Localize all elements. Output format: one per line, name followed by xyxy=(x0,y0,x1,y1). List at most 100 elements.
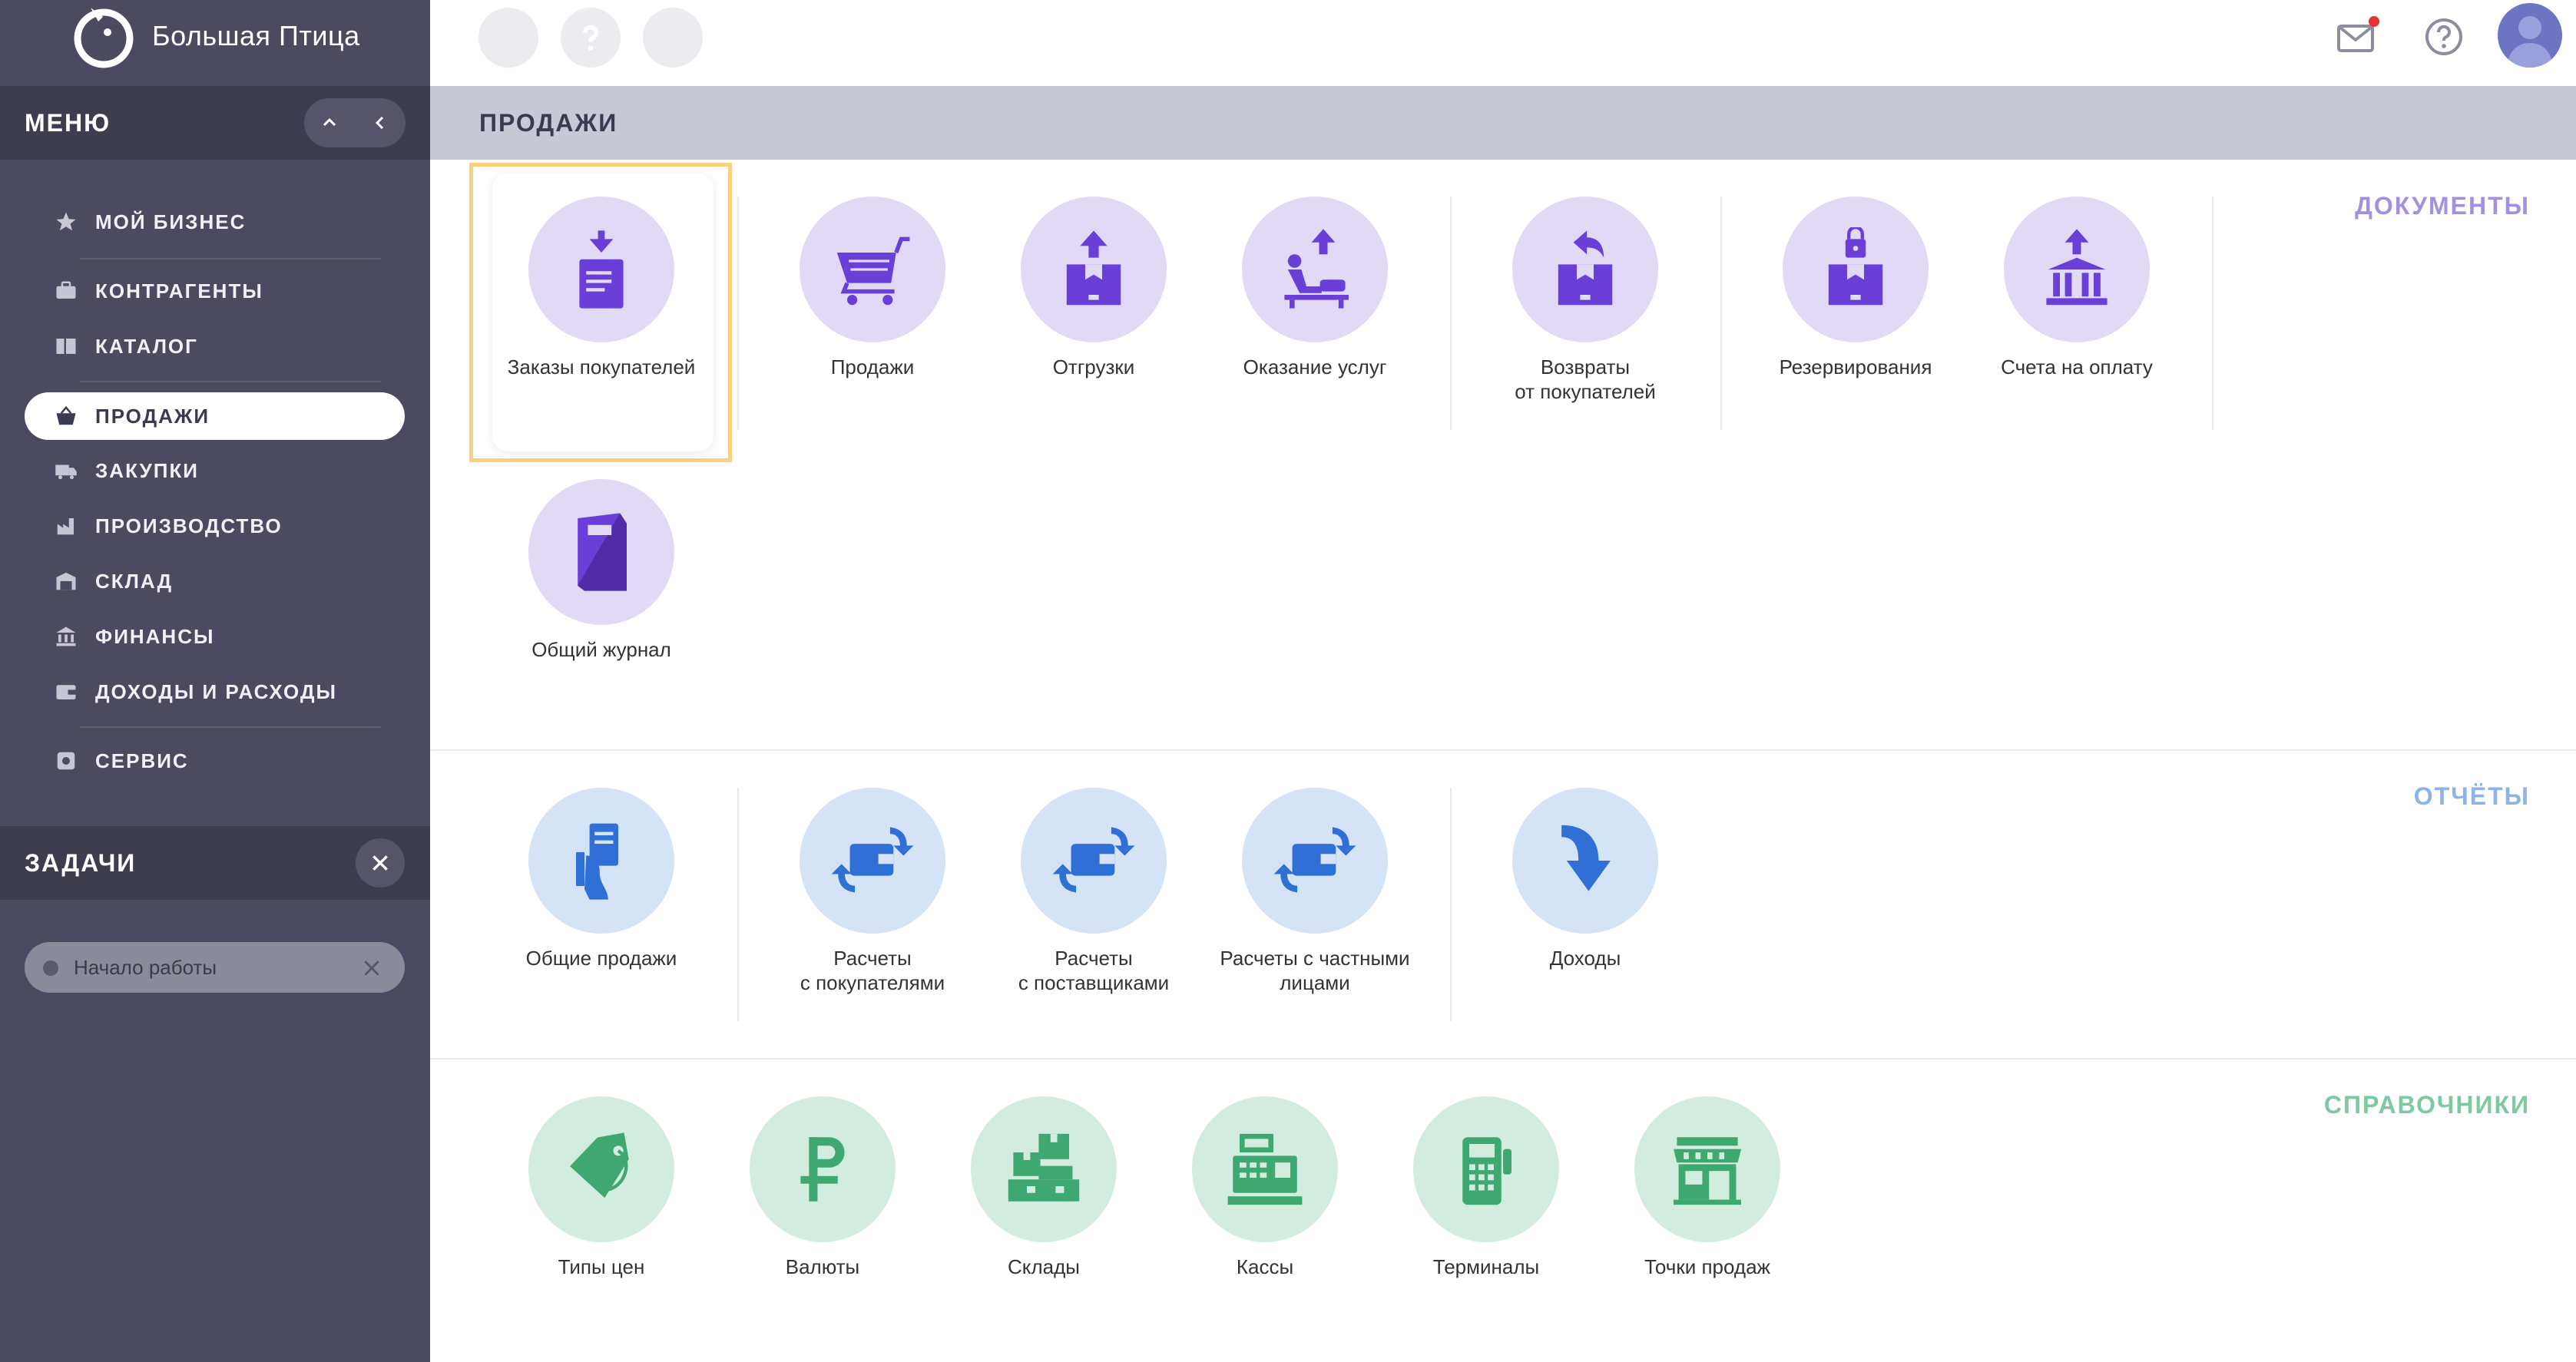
tile-total-sales[interactable]: Общие продажи xyxy=(494,765,709,970)
top-help-button[interactable] xyxy=(561,8,621,68)
menu-controls xyxy=(304,98,406,147)
avatar[interactable] xyxy=(2498,3,2562,68)
reserve-lock-icon xyxy=(1783,197,1929,342)
warehouse-icon xyxy=(51,566,81,597)
receipt-hand-icon xyxy=(528,788,674,934)
factory-icon xyxy=(51,511,81,541)
task-chip[interactable]: Начало работы xyxy=(25,942,405,993)
sidebar-item-catalog[interactable]: КАТАЛОГ xyxy=(25,322,405,370)
tile-currencies[interactable]: Валюты xyxy=(715,1073,930,1278)
chevron-left-icon xyxy=(375,116,384,130)
divider xyxy=(737,197,739,430)
top-action-button[interactable] xyxy=(643,8,703,68)
tile-customer-returns[interactable]: Возвраты от покупателей xyxy=(1478,174,1693,403)
tile-supplier-settlements[interactable]: Расчеты с поставщиками xyxy=(986,765,1201,994)
divider xyxy=(1720,197,1722,430)
wallet-exchange-icon xyxy=(1242,788,1388,934)
tile-invoices[interactable]: Счета на оплату xyxy=(1969,174,2184,379)
service-icon xyxy=(1242,197,1388,342)
sidebar-item-service[interactable]: СЕРВИС xyxy=(25,737,405,785)
collapse-up-button[interactable] xyxy=(304,98,355,147)
divider xyxy=(1450,788,1452,1021)
wallet-icon xyxy=(51,676,81,707)
sidebar-item-purchases[interactable]: ЗАКУПКИ xyxy=(25,447,405,494)
tile-label: Заказы покупателей xyxy=(507,355,696,379)
tile-label: Расчеты с частными лицами xyxy=(1220,947,1410,994)
sidebar-item-my-business[interactable]: МОЙ БИЗНЕС xyxy=(25,198,405,246)
app-name: Большая Птица xyxy=(152,20,360,51)
sidebar-item-income-expenses[interactable]: ДОХОДЫ И РАСХОДЫ xyxy=(25,668,405,716)
book-icon xyxy=(51,331,81,362)
basket-icon xyxy=(51,401,81,431)
terminal-icon xyxy=(1413,1096,1559,1242)
income-arrow-icon xyxy=(1512,788,1658,934)
tile-sales[interactable]: Продажи xyxy=(765,174,980,379)
tile-customer-settlements[interactable]: Расчеты с покупателями xyxy=(765,765,980,994)
sidebar-item-production[interactable]: ПРОИЗВОДСТВО xyxy=(25,502,405,550)
boxes-icon xyxy=(971,1096,1117,1242)
tile-cash-registers[interactable]: Кассы xyxy=(1157,1073,1372,1278)
group-label-references: СПРАВОЧНИКИ xyxy=(2323,1091,2530,1119)
tile-label: Общие продажи xyxy=(525,947,677,970)
divider xyxy=(2212,197,2213,430)
tile-label: Оказание услуг xyxy=(1243,355,1387,379)
sidebar-item-label: ДОХОДЫ И РАСХОДЫ xyxy=(95,679,337,703)
menu-header: МЕНЮ xyxy=(0,86,430,160)
tile-reservations[interactable]: Резервирования xyxy=(1748,174,1963,379)
cash-register-icon xyxy=(1192,1096,1338,1242)
divider xyxy=(80,381,381,382)
tile-general-journal[interactable]: Общий журнал xyxy=(494,456,709,661)
sidebar-item-label: ФИНАНСЫ xyxy=(95,624,215,648)
price-tag-icon xyxy=(528,1096,674,1242)
mail-icon xyxy=(2337,16,2379,52)
sidebar-item-warehouse[interactable]: СКЛАД xyxy=(25,557,405,605)
collapse-sidebar-button[interactable] xyxy=(355,98,406,147)
shipment-box-icon xyxy=(1021,197,1167,342)
divider xyxy=(737,788,739,1021)
tile-services[interactable]: Оказание услуг xyxy=(1207,174,1422,379)
sidebar-item-label: КОНТРАГЕНТЫ xyxy=(95,279,263,302)
section-header: ПРОДАЖИ xyxy=(430,86,2576,160)
logo[interactable]: Большая Птица xyxy=(0,0,430,72)
help-button[interactable] xyxy=(2421,14,2467,60)
sidebar-item-label: ПРОДАЖИ xyxy=(95,404,210,428)
tile-price-types[interactable]: Типы цен xyxy=(494,1073,709,1278)
sidebar: Большая Птица МЕНЮ МОЙ БИЗНЕС КОНТРАГЕНТ… xyxy=(0,0,430,1362)
close-icon xyxy=(364,960,379,976)
sidebar-item-finance[interactable]: ФИНАНСЫ xyxy=(25,613,405,660)
tile-label: Точки продаж xyxy=(1644,1255,1770,1278)
tile-terminals[interactable]: Терминалы xyxy=(1379,1073,1594,1278)
storefront-icon xyxy=(1634,1096,1780,1242)
chevron-up-icon xyxy=(323,117,336,127)
wallet-exchange-icon xyxy=(1021,788,1167,934)
tile-label: Счета на оплату xyxy=(2001,355,2153,379)
tile-income[interactable]: Доходы xyxy=(1478,765,1693,970)
sidebar-item-sales[interactable]: ПРОДАЖИ xyxy=(25,392,405,440)
sidebar-item-label: ЗАКУПКИ xyxy=(95,458,199,482)
group-label-documents: ДОКУМЕНТЫ xyxy=(2355,192,2530,220)
row-divider xyxy=(430,749,2576,751)
tile-label: Возвраты от покупателей xyxy=(1515,355,1656,403)
star-icon xyxy=(51,207,81,237)
tile-points-of-sale[interactable]: Точки продаж xyxy=(1600,1073,1815,1278)
return-box-icon xyxy=(1512,197,1658,342)
tile-shipments[interactable]: Отгрузки xyxy=(986,174,1201,379)
mail-button[interactable] xyxy=(2336,15,2382,58)
tile-individual-settlements[interactable]: Расчеты с частными лицами xyxy=(1207,765,1422,994)
sidebar-item-label: ПРОИЗВОДСТВО xyxy=(95,514,283,537)
gear-icon xyxy=(51,745,81,776)
invoice-bank-icon xyxy=(2004,197,2150,342)
top-action-button[interactable] xyxy=(478,8,538,68)
tile-customer-orders[interactable]: Заказы покупателей xyxy=(494,174,709,379)
row-divider xyxy=(430,1058,2576,1060)
tile-label: Доходы xyxy=(1549,947,1621,970)
task-label: Начало работы xyxy=(74,956,217,979)
question-icon xyxy=(582,25,598,51)
user-avatar-icon xyxy=(2507,16,2553,68)
remove-task-button[interactable] xyxy=(355,951,389,985)
sidebar-item-label: МОЙ БИЗНЕС xyxy=(95,210,247,233)
tile-warehouses[interactable]: Склады xyxy=(936,1073,1151,1278)
close-tasks-button[interactable] xyxy=(356,838,405,888)
truck-icon xyxy=(51,455,81,486)
sidebar-item-counterparties[interactable]: КОНТРАГЕНТЫ xyxy=(25,267,405,315)
